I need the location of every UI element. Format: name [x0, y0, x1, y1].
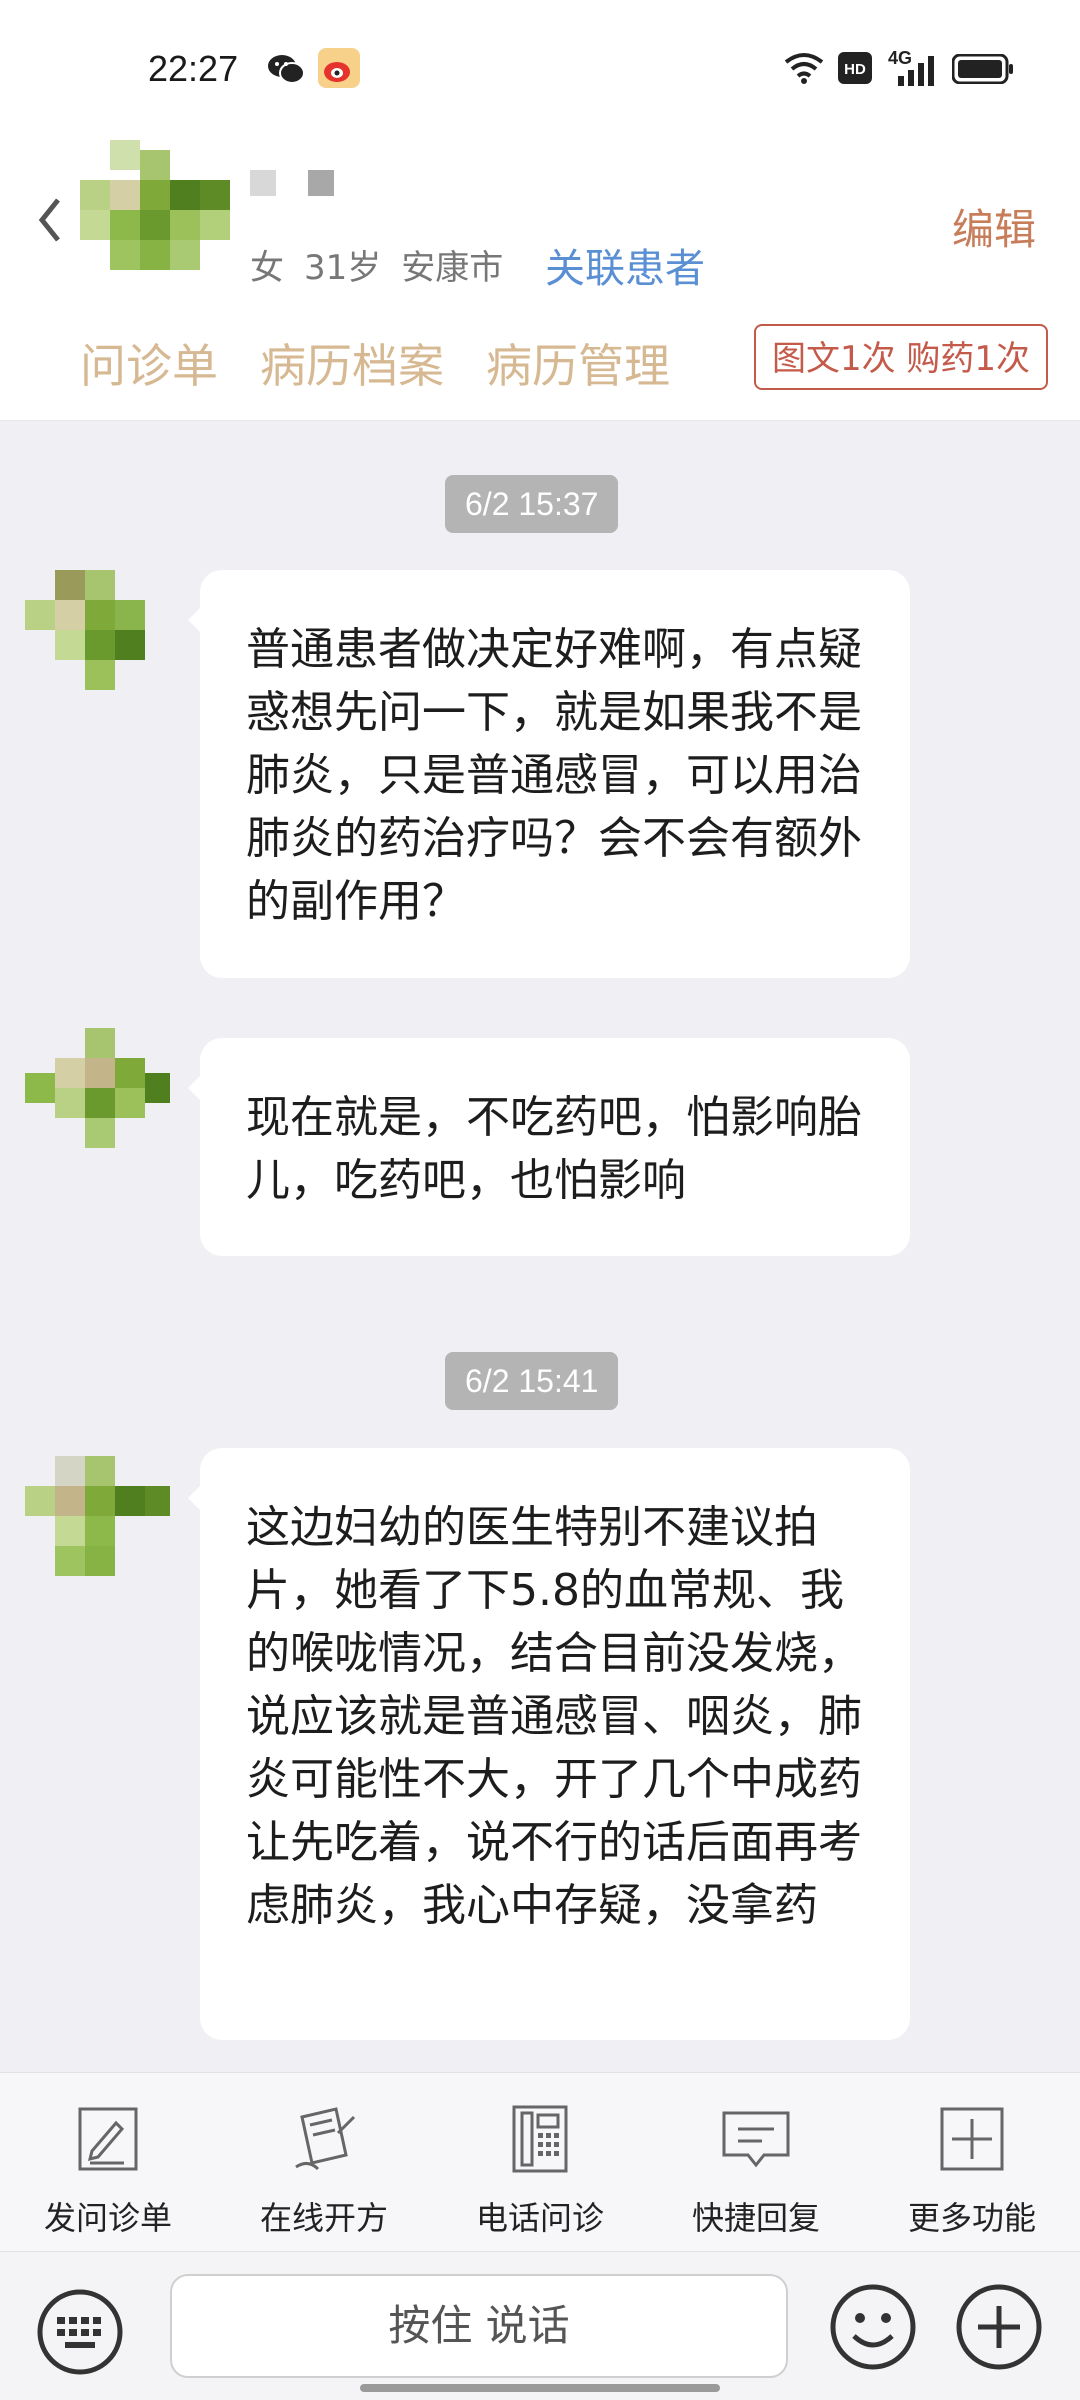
plus-icon[interactable]: [954, 2282, 1044, 2372]
plus-box-icon: [940, 2107, 1004, 2171]
tool-label: 更多功能: [907, 2199, 1036, 2237]
tool-label: 电话问诊: [475, 2199, 604, 2237]
tab-medical-records[interactable]: 病历档案: [260, 339, 444, 393]
keyboard-icon[interactable]: [35, 2287, 125, 2377]
sender-avatar[interactable]: [25, 1028, 170, 1148]
edit-button[interactable]: 编辑: [952, 196, 1036, 257]
phone-icon: [512, 2105, 568, 2173]
clock: 22:27: [148, 48, 239, 89]
patient-age: 31岁: [304, 248, 382, 288]
quick-reply-icon: [722, 2111, 790, 2168]
more-functions-button[interactable]: 更多功能: [864, 2073, 1080, 2251]
battery-icon: [952, 54, 1013, 84]
tab-bar: 问诊单 病历档案 病历管理: [80, 330, 712, 396]
tool-label: 发问诊单: [43, 2199, 172, 2237]
patient-avatar[interactable]: [80, 140, 230, 290]
quick-reply-button[interactable]: 快捷回复: [648, 2073, 864, 2251]
send-inquiry-form-button[interactable]: 发问诊单: [0, 2073, 216, 2251]
tool-label: 在线开方: [259, 2199, 388, 2237]
patient-city: 安康市: [401, 248, 504, 288]
patient-name-redacted: [250, 170, 334, 196]
sender-avatar[interactable]: [25, 1456, 170, 1576]
tab-inquiry-form[interactable]: 问诊单: [80, 339, 218, 393]
message-timestamp: 6/2 15:41: [445, 1352, 619, 1410]
quick-tools-bar: 发问诊单 在线开方 电话问诊 快捷回复 更多功能: [0, 2072, 1080, 2252]
phone-consult-button[interactable]: 电话问诊: [432, 2073, 648, 2251]
hold-to-talk-button[interactable]: 按住 说话: [170, 2274, 788, 2378]
patient-header: 女 31岁 安康市 关联患者 编辑 问诊单 病历档案 病历管理 图文1次 购药1次: [0, 140, 1080, 421]
tab-record-management[interactable]: 病历管理: [486, 339, 670, 393]
weibo-icon: [318, 48, 360, 88]
message-bubble[interactable]: 这边妇幼的医生特别不建议拍片，她看了下5.8的血常规、我的喉咙情况，结合目前没发…: [188, 1448, 910, 2040]
patient-info: 女 31岁 安康市: [250, 240, 523, 289]
sender-avatar[interactable]: [25, 570, 170, 690]
home-indicator[interactable]: [360, 2384, 720, 2392]
link-patient-link[interactable]: 关联患者: [545, 236, 705, 294]
emoji-icon[interactable]: [828, 2282, 918, 2372]
wechat-icon: [268, 55, 305, 84]
message-bubble[interactable]: 普通患者做决定好难啊，有点疑惑想先问一下，就是如果我不是肺炎，只是普通感冒，可以…: [188, 570, 910, 978]
form-pen-icon: [78, 2107, 138, 2171]
patient-gender: 女: [250, 248, 284, 288]
message-timestamp: 6/2 15:37: [445, 475, 619, 533]
input-bar: 按住 说话: [0, 2252, 1080, 2400]
signal-icon: [898, 56, 934, 86]
online-prescription-button[interactable]: 在线开方: [216, 2073, 432, 2251]
back-icon[interactable]: [30, 190, 70, 250]
svg-text:HD: HD: [844, 61, 866, 78]
service-badge[interactable]: 图文1次 购药1次: [754, 324, 1048, 390]
prescription-icon: [295, 2107, 356, 2171]
hd-icon: HD: [838, 52, 872, 84]
wifi-icon: [784, 53, 824, 84]
status-bar: 22:27 HD 4G: [0, 0, 1080, 140]
tool-label: 快捷回复: [691, 2199, 820, 2237]
message-bubble[interactable]: 现在就是，不吃药吧，怕影响胎儿，吃药吧，也怕影响: [188, 1038, 910, 1256]
